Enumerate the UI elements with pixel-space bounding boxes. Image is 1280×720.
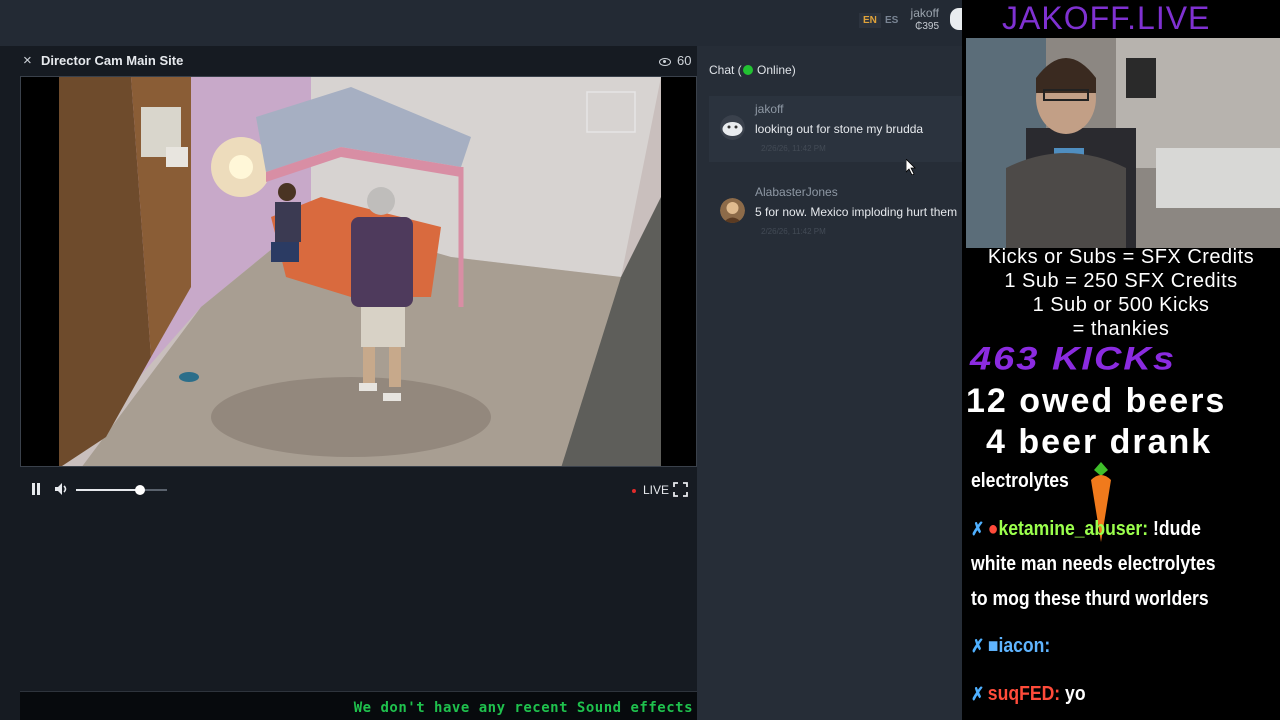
viewer-count-value: 60 [677,53,692,68]
online-status-icon [742,64,753,75]
user-avatar-icon [720,115,745,140]
video-frame [21,77,696,466]
rule-line: 1 Sub = 250 SFX Credits [1004,270,1238,292]
chat-status-label: Online) [757,63,796,77]
chat-username[interactable]: jakoff [755,102,783,116]
owed-beers-counter: 12 owed beers [966,382,1227,420]
rule-line: = thankies [1072,318,1170,340]
overlay-chat-line: ✗ ■iacon: [971,635,1050,658]
chat-pane: Chat ( Online) jakoff looking out for st… [697,46,968,720]
chat-title: Chat ( Online) [709,63,796,77]
chat-message[interactable]: jakoff looking out for stone my brudda 2… [709,96,968,162]
cube-badge-icon: ■ [987,635,999,657]
user-credits: ₵395 [915,21,939,32]
overlay-chat-text: !dude [1148,518,1201,540]
live-indicator: LIVE [632,483,669,497]
webcam-image [966,38,1280,248]
camera-title: Director Cam Main Site [41,53,184,68]
user-menu[interactable]: jakoff ₵395 [909,6,939,32]
overlay-chat-user: iacon: [998,635,1051,657]
overlay-chat-user: ketamine_abuser: [998,518,1149,540]
sword-badge-icon: ✗ [971,519,985,539]
top-bar: EN ES jakoff ₵395 [0,0,968,46]
chat-text: looking out for stone my brudda [755,122,924,136]
overlay-chat-line: ✗ ●ketamine_abuser: !dude [971,518,1201,541]
overlay-chat-line: ✗ suqFED: yo [971,683,1086,706]
rule-line: Kicks or Subs = SFX Credits [987,246,1255,268]
chat-message[interactable]: AlabasterJones 5 for now. Mexico implodi… [709,179,968,245]
overlay-chat-line: electrolytes [971,470,1069,492]
chat-timestamp: 2/26/26, 11:42 PM [761,227,826,236]
chat-username[interactable]: AlabasterJones [755,185,838,199]
rule-line: 1 Sub or 500 Kicks [1032,294,1210,316]
camera-header: × Director Cam Main Site 60 [0,46,697,76]
video-player[interactable] [20,76,697,467]
volume-slider-fill [76,489,140,491]
webcam-feed [966,38,1280,248]
sound-effects-ticker: We don't have any recent Sound effects [20,691,697,720]
language-en-button[interactable]: EN [859,13,881,28]
live-dot-icon [632,488,636,493]
volume-slider[interactable] [76,485,167,495]
eye-icon [659,57,671,66]
player-controls: LIVE [20,476,697,504]
sword-badge-icon: ✗ [971,684,985,704]
fullscreen-icon[interactable] [673,482,688,497]
overlay-rules: Kicks or Subs = SFX Credits 1 Sub = 250 … [962,245,1280,341]
username: jakoff [910,6,939,20]
sword-badge-icon: ✗ [971,636,985,656]
overlay-chat-line: white man needs electrolytes [971,553,1216,575]
overlay-chat-line: to mog these thurd worlders [971,588,1209,610]
user-avatar-icon [720,198,745,223]
chat-timestamp: 2/26/26, 11:42 PM [761,144,826,153]
beer-drank-counter: 4 beer drank [986,423,1213,461]
close-icon[interactable]: × [23,52,32,69]
viewer-count: 60 [659,53,691,68]
language-es-button[interactable]: ES [885,13,898,28]
camera-pane: × Director Cam Main Site 60 LIVE We don'… [0,46,697,720]
overlay-chat-user: suqFED: [987,683,1061,705]
mouse-cursor-icon [906,159,916,175]
apple-badge-icon: ● [987,518,999,540]
volume-slider-handle[interactable] [134,485,145,495]
chat-text: 5 for now. Mexico imploding hurt them [755,205,958,219]
ticker-text: We don't have any recent Sound effects [353,700,693,716]
pause-icon[interactable] [31,483,41,495]
overlay-title: JAKOFF.LIVE [1002,0,1211,36]
live-label: LIVE [643,483,670,497]
chat-title-label: Chat ( [709,63,742,77]
volume-icon[interactable] [53,481,69,497]
kicks-counter: 463 KICKs [970,341,1176,377]
overlay-chat-text: yo [1060,683,1086,705]
stream-overlay: JAKOFF.LIVE Kicks or Subs = SFX Credits … [962,0,1280,720]
